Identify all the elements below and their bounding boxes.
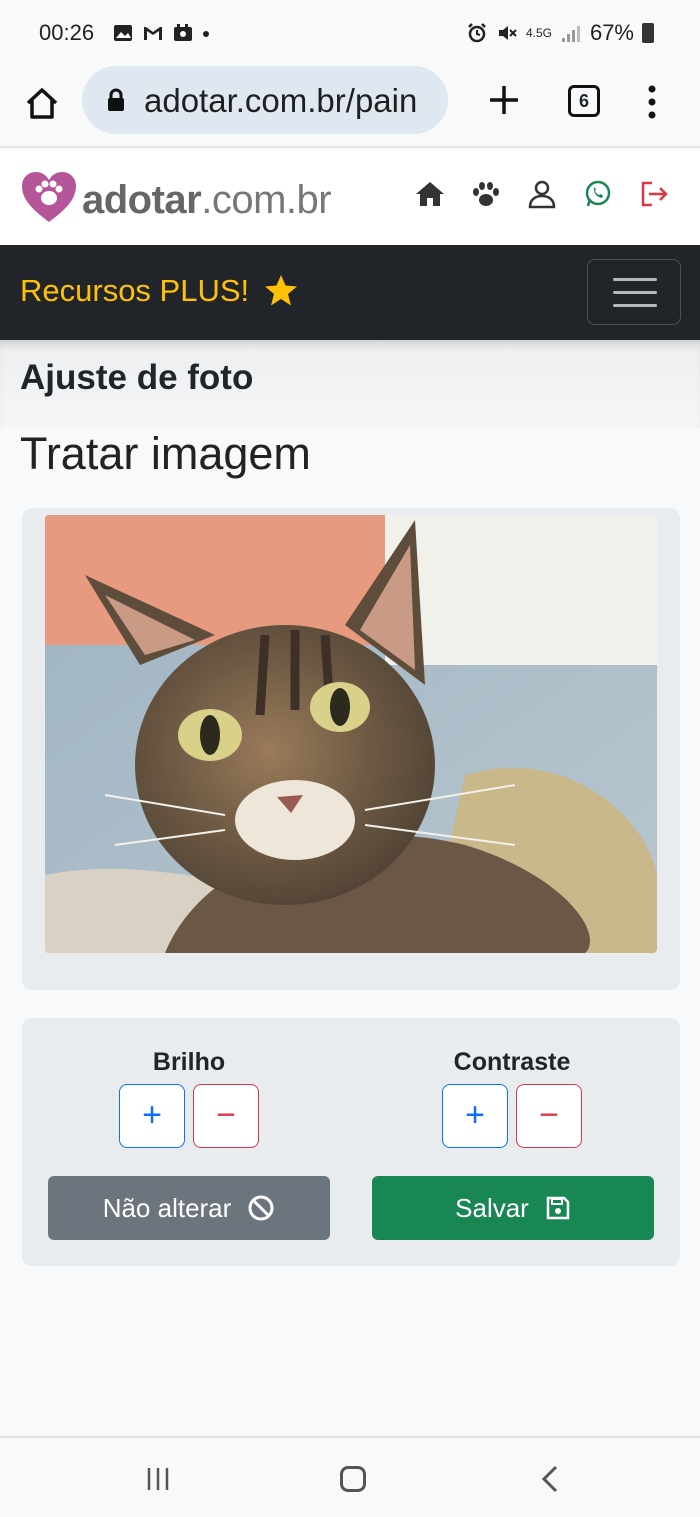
navbar-brand[interactable]: Recursos PLUS!	[20, 273, 299, 309]
signal-icon	[561, 26, 580, 42]
photo-app-icon	[174, 24, 192, 41]
section-header: Ajuste de foto	[0, 340, 700, 428]
battery-percent: 67%	[589, 20, 634, 45]
recent-apps-icon[interactable]	[145, 1466, 171, 1492]
plus-navbar: Recursos PLUS!	[0, 245, 700, 340]
tab-switcher-button[interactable]: 6	[568, 85, 600, 117]
url-bar[interactable]: adotar.com.br/pain	[82, 66, 448, 134]
site-header: adotar.com.br	[0, 150, 700, 245]
network-type: 4.5G	[525, 26, 552, 40]
android-nav-bar	[0, 1436, 700, 1517]
home-icon[interactable]	[414, 178, 446, 210]
browser-menu-icon[interactable]	[640, 82, 664, 122]
site-logo-text[interactable]: adotar.com.br	[82, 178, 332, 223]
back-icon[interactable]	[540, 1464, 560, 1494]
navbar-title: Recursos PLUS!	[20, 273, 250, 308]
save-button[interactable]: Salvar	[372, 1176, 654, 1240]
cancel-label: Não alterar	[102, 1192, 232, 1223]
brightness-increase-button[interactable]: +	[119, 1084, 185, 1148]
star-icon	[265, 275, 298, 306]
alarm-icon	[468, 23, 486, 43]
logo-heart-paw-icon[interactable]	[20, 170, 78, 224]
contrast-increase-button[interactable]: +	[442, 1084, 508, 1148]
dot-icon	[203, 31, 209, 37]
browser-home-icon[interactable]	[22, 84, 62, 124]
contrast-decrease-button[interactable]: −	[516, 1084, 582, 1148]
lock-icon	[108, 88, 124, 111]
header-icons	[414, 178, 670, 210]
paw-icon[interactable]	[470, 178, 502, 210]
logo-domain: .com.br	[201, 178, 332, 222]
page-heading: Tratar imagem	[20, 428, 311, 479]
brightness-decrease-button[interactable]: −	[193, 1084, 259, 1148]
floppy-disk-icon	[546, 1196, 570, 1220]
notification-icons	[112, 22, 210, 44]
new-tab-icon[interactable]	[484, 80, 524, 120]
android-home-button[interactable]	[340, 1466, 366, 1492]
hamburger-line	[613, 304, 657, 307]
gallery-icon	[114, 25, 132, 41]
navbar-toggler-button[interactable]	[587, 259, 681, 325]
contrast-label: Contraste	[453, 1048, 571, 1076]
brightness-label: Brilho	[152, 1048, 226, 1076]
whatsapp-icon[interactable]	[582, 178, 614, 210]
url-text[interactable]: adotar.com.br/pain	[144, 82, 434, 120]
mute-icon	[498, 26, 517, 40]
battery-icon	[642, 23, 654, 43]
save-label: Salvar	[455, 1192, 529, 1223]
section-title: Ajuste de foto	[20, 358, 254, 397]
status-right: 4.5G 67%	[466, 20, 654, 46]
cancel-button[interactable]: Não alterar	[48, 1176, 330, 1240]
browser-toolbar: adotar.com.br/pain 6	[0, 66, 700, 148]
gmail-icon	[144, 27, 162, 40]
hamburger-line	[613, 278, 657, 281]
status-bar: 00:26 4.5G 67%	[0, 0, 700, 66]
status-time: 00:26	[39, 20, 95, 45]
adjust-controls: Brilho + − Contraste + − Não alterar Sal…	[22, 1018, 680, 1266]
ban-icon	[248, 1195, 274, 1221]
logout-icon[interactable]	[638, 178, 670, 210]
cat-photo	[45, 515, 657, 953]
logo-bold: adotar	[82, 178, 202, 222]
user-icon[interactable]	[526, 178, 558, 210]
hamburger-line	[613, 291, 657, 294]
